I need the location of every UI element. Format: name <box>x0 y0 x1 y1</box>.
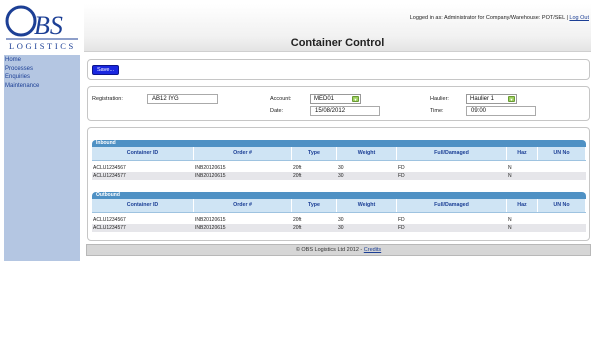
cell-haz: N <box>508 173 512 179</box>
cell-haz: N <box>508 225 512 231</box>
sidebar-item-maintenance[interactable]: Maintenance <box>4 82 80 91</box>
cell-full-damaged: FD <box>398 217 405 223</box>
cell-type: 20ft <box>293 173 302 179</box>
sidebar-item-home[interactable]: Home <box>4 56 80 65</box>
outbound-column-headers: Container ID Order # Type Weight Full/Da… <box>92 199 586 213</box>
sidebar-item-processes[interactable]: Processes <box>4 65 80 74</box>
cell-un-no <box>538 172 586 180</box>
page-title: Container Control <box>290 37 385 49</box>
column-header-weight[interactable]: Weight <box>337 147 397 160</box>
page-footer: © OBS Logistics Ltd 2012 - Credits <box>86 244 591 256</box>
svg-text:BS: BS <box>34 11 63 40</box>
cell-order: INB20120615 <box>195 225 226 231</box>
column-header-un-no[interactable]: UN No <box>538 147 586 160</box>
cell-type: 20ft <box>293 217 302 223</box>
inbound-title: Inbound <box>92 140 586 147</box>
column-header-container-id[interactable]: Container ID <box>92 199 194 212</box>
haulier-select-value: Haulier 1 <box>470 96 495 102</box>
registration-field[interactable]: AB12 IYG <box>147 94 218 104</box>
inbound-grid: Inbound Container ID Order # Type Weight… <box>92 140 586 180</box>
cell-type: 20ft <box>293 225 302 231</box>
table-row[interactable]: ACLU1234577 INB20120615 20ft 30 FD N <box>92 224 586 232</box>
account-label: Account: <box>270 96 292 102</box>
cell-haz: N <box>508 165 512 171</box>
table-row[interactable]: ACLU1234567 INB20120615 20ft 30 FD N <box>92 164 586 172</box>
column-header-haz[interactable]: Haz <box>507 199 538 212</box>
haulier-select[interactable]: Haulier 1 ▼ <box>466 94 517 104</box>
cell-type: 20ft <box>293 165 302 171</box>
date-field[interactable]: 15/08/2012 <box>310 106 380 116</box>
chevron-down-icon: ▼ <box>508 96 515 102</box>
cell-container-id: ACLU1234577 <box>93 225 126 231</box>
cell-full-damaged: FD <box>398 165 405 171</box>
time-field[interactable]: 09:00 <box>466 106 536 116</box>
inbound-column-headers: Container ID Order # Type Weight Full/Da… <box>92 147 586 161</box>
registration-label: Registration: <box>92 96 123 102</box>
table-row[interactable]: ACLU1234577 INB20120615 20ft 30 FD N <box>92 172 586 180</box>
cell-weight: 30 <box>338 217 344 223</box>
column-header-weight[interactable]: Weight <box>337 199 397 212</box>
column-header-order[interactable]: Order # <box>194 199 292 212</box>
time-label: Time: <box>430 108 444 114</box>
logout-link[interactable]: Log Out <box>569 15 589 21</box>
cell-haz: N <box>508 217 512 223</box>
column-header-full-damaged[interactable]: Full/Damaged <box>397 147 507 160</box>
cell-un-no <box>538 216 586 224</box>
date-label: Date: <box>270 108 284 114</box>
cell-full-damaged: FD <box>398 225 405 231</box>
column-header-haz[interactable]: Haz <box>507 147 538 160</box>
cell-full-damaged: FD <box>398 173 405 179</box>
company-logo: BS LOGISTICS <box>4 4 80 54</box>
copyright-text: © OBS Logistics Ltd 2012 - <box>295 247 363 253</box>
outbound-grid: Outbound Container ID Order # Type Weigh… <box>92 192 586 232</box>
login-status-text: Logged in as: Administrator for Company/… <box>409 15 568 21</box>
haulier-label: Haulier: <box>430 96 449 102</box>
account-select-value: MED01 <box>314 96 335 102</box>
column-header-type[interactable]: Type <box>292 147 337 160</box>
sidebar-nav: Home Processes Enquiries Maintenance <box>4 55 80 261</box>
cell-weight: 30 <box>338 225 344 231</box>
column-header-full-damaged[interactable]: Full/Damaged <box>397 199 507 212</box>
cell-weight: 30 <box>338 173 344 179</box>
cell-container-id: ACLU1234567 <box>93 217 126 223</box>
chevron-down-icon: ▼ <box>352 96 359 102</box>
column-header-container-id[interactable]: Container ID <box>92 147 194 160</box>
cell-container-id: ACLU1234577 <box>93 173 126 179</box>
column-header-type[interactable]: Type <box>292 199 337 212</box>
column-header-un-no[interactable]: UN No <box>538 199 586 212</box>
account-select[interactable]: MED01 ▼ <box>310 94 361 104</box>
cell-order: INB20120615 <box>195 217 226 223</box>
table-row[interactable]: ACLU1234567 INB20120615 20ft 30 FD N <box>92 216 586 224</box>
page-header: Logged in as: Administrator for Company/… <box>84 4 591 52</box>
sidebar-item-enquiries[interactable]: Enquiries <box>4 73 80 82</box>
login-info: Logged in as: Administrator for Company/… <box>410 15 589 21</box>
cell-order: INB20120615 <box>195 173 226 179</box>
cell-weight: 30 <box>338 165 344 171</box>
cell-un-no <box>538 164 586 172</box>
credits-link[interactable]: Credits <box>364 247 381 253</box>
cell-container-id: ACLU1234567 <box>93 165 126 171</box>
svg-text:LOGISTICS: LOGISTICS <box>9 41 76 51</box>
containers-panel: Inbound Container ID Order # Type Weight… <box>87 127 590 241</box>
outbound-title: Outbound <box>92 192 586 199</box>
form-panel: Registration: AB12 IYG Account: MED01 ▼ … <box>87 86 590 121</box>
cell-order: INB20120615 <box>195 165 226 171</box>
column-header-order[interactable]: Order # <box>194 147 292 160</box>
save-button[interactable]: Save... <box>92 65 119 75</box>
cell-un-no <box>538 224 586 232</box>
toolbar-panel: Save... <box>87 59 590 80</box>
